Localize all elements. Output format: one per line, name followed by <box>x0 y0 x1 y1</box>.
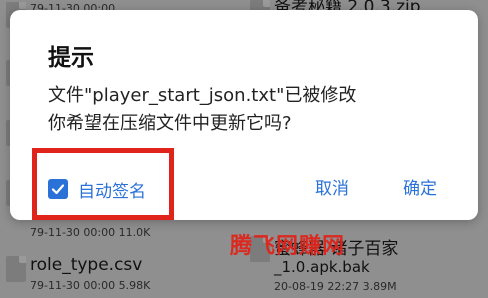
cancel-button[interactable]: 取消 <box>315 176 349 202</box>
file-meta: 79-11-30 00:00 11.0K <box>30 226 151 239</box>
dialog-message-line-2: 你希望在压缩文件中更新它吗? <box>48 113 292 134</box>
dialog-message-line-1: 文件"player_start_json.txt"已被修改 <box>48 85 357 106</box>
watermark-text: 腾飞网赚网 <box>230 234 346 259</box>
file-name-apk-suffix: _1.0.apk.bak <box>274 258 370 276</box>
file-icon[interactable] <box>6 256 26 282</box>
file-meta: 20-08-19 22:27 3.89M <box>274 280 397 293</box>
update-prompt-dialog: 提示 文件"player_start_json.txt"已被修改 你希望在压缩文… <box>10 10 478 220</box>
dialog-title: 提示 <box>48 45 94 71</box>
confirm-button[interactable]: 确定 <box>403 176 437 202</box>
dialog-message: 文件"player_start_json.txt"已被修改 你希望在压缩文件中更… <box>48 82 468 138</box>
file-name-role-type[interactable]: role_type.csv <box>30 255 142 275</box>
red-highlight-annotation <box>32 148 174 220</box>
file-meta: 79-11-30 00:00 5.98K <box>30 279 151 292</box>
